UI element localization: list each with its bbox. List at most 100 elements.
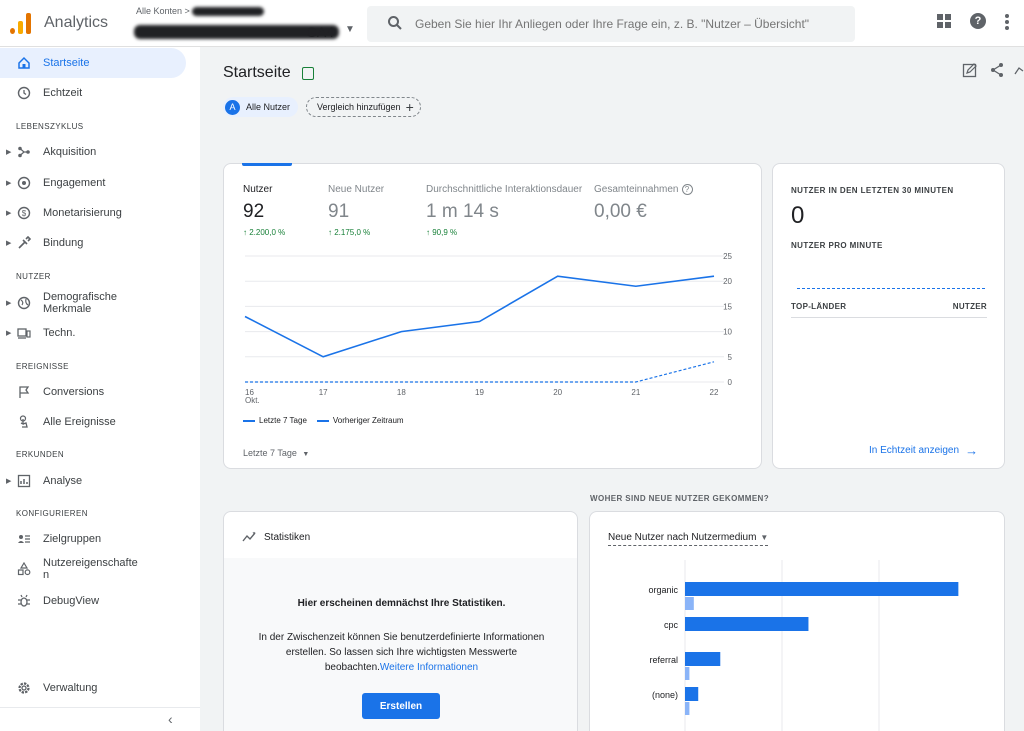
add-comparison-button[interactable]: Vergleich hinzufügen + bbox=[306, 97, 421, 117]
arrow-right-icon: → bbox=[965, 443, 979, 458]
x-tick-label: 22 bbox=[710, 388, 719, 397]
sidebar-item-debugview[interactable]: DebugView bbox=[0, 586, 186, 616]
sidebar-item-label: Demografische Merkmale bbox=[43, 291, 117, 315]
section-users: NUTZER bbox=[16, 272, 51, 281]
sidebar-item-monetization[interactable]: ▶ $ Monetarisierung bbox=[0, 198, 186, 228]
bar-previous bbox=[685, 597, 694, 610]
sidebar-item-conversions[interactable]: Conversions bbox=[0, 377, 186, 407]
edit-report-icon[interactable] bbox=[962, 62, 978, 78]
analytics-logo[interactable] bbox=[10, 12, 32, 34]
help-circle-icon[interactable]: ? bbox=[681, 184, 693, 195]
insights-title: Statistiken bbox=[264, 531, 311, 543]
devices-icon bbox=[17, 328, 31, 339]
redacted-breadcrumb bbox=[192, 7, 264, 16]
metric-value: 0,00 € bbox=[594, 201, 647, 222]
metric-new-users[interactable]: Neue Nutzer 91 ↑ 2.175,0 % bbox=[328, 184, 384, 237]
segment-chip-label: Alle Nutzer bbox=[246, 102, 291, 112]
search-bar[interactable] bbox=[367, 6, 855, 42]
sidebar-item-label: Nutzereigenschaften bbox=[43, 557, 138, 581]
y-tick-label: 25 bbox=[723, 252, 732, 261]
dollar-icon: $ bbox=[17, 206, 31, 220]
sidebar-item-acquisition[interactable]: ▶ Akquisition bbox=[0, 137, 186, 167]
y-tick-label: 10 bbox=[723, 328, 732, 337]
breadcrumb[interactable]: Alle Konten > bbox=[136, 6, 190, 16]
metric-label: Gesamteinnahmen bbox=[594, 184, 679, 195]
sidebar-item-engagement[interactable]: ▶ Engagement bbox=[0, 168, 186, 198]
metric-label: Durchschnittliche Interaktionsdauer bbox=[426, 184, 583, 195]
svg-text:$: $ bbox=[22, 209, 27, 218]
apps-grid-icon[interactable] bbox=[937, 14, 951, 28]
sidebar-item-analysis[interactable]: ▶ Analyse bbox=[0, 466, 186, 496]
clock-icon bbox=[17, 86, 31, 100]
more-vert-icon[interactable] bbox=[1005, 14, 1009, 30]
sidebar-item-tech[interactable]: ▶ Techn. bbox=[0, 318, 186, 348]
realtime-card: NUTZER IN DEN LETZTEN 30 MINUTEN 0 NUTZE… bbox=[772, 163, 1005, 469]
bar-current bbox=[685, 582, 959, 596]
collapse-sidebar-icon[interactable]: ‹ bbox=[168, 711, 173, 727]
sidebar-item-admin[interactable]: Verwaltung bbox=[0, 673, 186, 703]
dimension-dropdown[interactable]: Neue Nutzer nach Nutzermedium ▼ bbox=[608, 532, 769, 546]
realtime-heading: NUTZER IN DEN LETZTEN 30 MINUTEN bbox=[791, 186, 954, 195]
sidebar-item-label: Verwaltung bbox=[43, 682, 98, 694]
audience-icon bbox=[18, 535, 30, 543]
plus-icon: + bbox=[405, 99, 414, 115]
segment-chip-all-users[interactable]: A Alle Nutzer bbox=[223, 97, 299, 117]
learn-more-link[interactable]: Weitere Informationen bbox=[380, 662, 478, 673]
category-label: organic bbox=[648, 585, 678, 595]
column-countries: TOP-LÄNDER bbox=[791, 302, 847, 311]
insights-header: Statistiken bbox=[242, 531, 310, 543]
sidebar-item-home[interactable]: Startseite bbox=[0, 48, 186, 78]
account-selector[interactable]: GA4 ▼ bbox=[134, 22, 355, 42]
realtime-value: 0 bbox=[791, 202, 805, 229]
per-minute-chart bbox=[797, 288, 985, 289]
help-icon[interactable]: ? bbox=[970, 13, 986, 29]
sidebar-item-all-events[interactable]: Alle Ereignisse bbox=[0, 407, 186, 437]
gear-icon bbox=[18, 682, 30, 694]
metric-delta: ↑ 2.200,0 % bbox=[243, 228, 286, 237]
create-button[interactable]: Erstellen bbox=[362, 693, 440, 719]
share-icon[interactable] bbox=[989, 62, 1005, 78]
sidebar-item-label: Bindung bbox=[43, 237, 84, 249]
page-title: Startseite bbox=[223, 64, 291, 81]
y-tick-label: 0 bbox=[728, 378, 733, 387]
insights-icon[interactable] bbox=[1014, 62, 1024, 78]
search-input[interactable] bbox=[415, 14, 845, 34]
sidebar-item-label: Techn. bbox=[43, 327, 76, 339]
x-tick-label: 17 bbox=[319, 388, 328, 397]
bug-icon bbox=[18, 594, 30, 607]
section-events: EREIGNISSE bbox=[16, 362, 69, 371]
sidebar-item-audiences[interactable]: Zielgruppen bbox=[0, 524, 186, 554]
metric-total-revenue[interactable]: Gesamteinnahmen? 0,00 € bbox=[594, 184, 693, 223]
sidebar-item-retention[interactable]: ▶ Bindung bbox=[0, 228, 186, 258]
explore-icon bbox=[17, 474, 31, 488]
search-icon bbox=[388, 16, 402, 30]
top-bar: Analytics Alle Konten > GA4 ▼ ? bbox=[0, 0, 1024, 47]
sidebar-item-realtime[interactable]: Echtzeit bbox=[0, 78, 186, 108]
bar-current bbox=[685, 687, 699, 701]
acquisition-icon bbox=[18, 146, 30, 158]
metric-value: 91 bbox=[328, 201, 350, 222]
metric-delta: ↑ 90,9 % bbox=[426, 228, 458, 237]
sidebar-item-label: Startseite bbox=[43, 57, 90, 69]
section-lifecycle: LEBENSZYKLUS bbox=[16, 122, 84, 131]
bar-previous bbox=[685, 702, 690, 715]
sources-heading: WOHER SIND NEUE NUTZER GEKOMMEN? bbox=[590, 494, 770, 503]
legend-label-current: Letzte 7 Tage bbox=[259, 416, 307, 425]
medium-bar-chart: organic cpc referral (none) bbox=[648, 560, 959, 731]
chevron-down-icon: ▼ bbox=[302, 451, 310, 458]
chevron-down-icon: ▼ bbox=[760, 533, 769, 542]
x-tick-label: 18 bbox=[397, 388, 406, 397]
shapes-icon bbox=[17, 562, 31, 576]
dimension-label: Neue Nutzer nach Nutzermedium bbox=[608, 532, 757, 543]
chart-legend: Letzte 7 Tage Vorheriger Zeitraum bbox=[243, 416, 404, 425]
expand-arrow-icon: ▶ bbox=[6, 300, 12, 307]
new-users-source-card: Neue Nutzer nach Nutzermedium ▼ organic cp… bbox=[589, 511, 1005, 731]
metric-avg-engagement[interactable]: Durchschnittliche Interaktionsdauer 1 m … bbox=[426, 184, 582, 237]
view-realtime-link[interactable]: In Echtzeit anzeigen → bbox=[869, 443, 978, 458]
y-tick-label: 5 bbox=[728, 353, 733, 362]
sidebar-item-demographics[interactable]: ▶ Demografische Merkmale bbox=[0, 288, 186, 318]
date-range-dropdown[interactable]: Letzte 7 Tage ▼ bbox=[243, 448, 309, 458]
sidebar-item-user-properties[interactable]: Nutzereigenschaften bbox=[0, 554, 186, 584]
metric-users[interactable]: Nutzer 92 ↑ 2.200,0 % bbox=[243, 184, 285, 237]
insights-empty-state: Hier erscheinen demnächst Ihre Statistik… bbox=[224, 558, 577, 731]
